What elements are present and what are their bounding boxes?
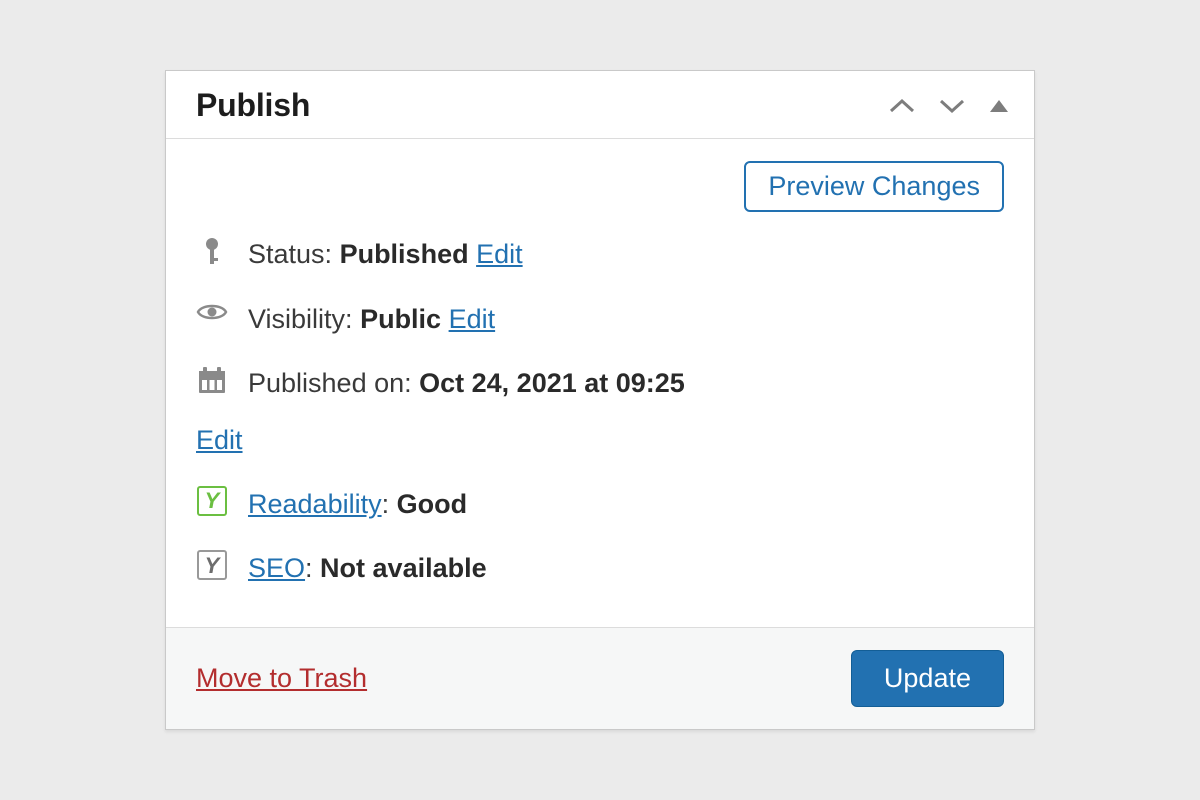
seo-text: SEO: Not available xyxy=(248,550,1004,586)
visibility-text: Visibility: Public Edit xyxy=(248,301,1004,337)
published-on-text: Published on: Oct 24, 2021 at 09:25 xyxy=(248,365,1004,401)
status-text: Status: Published Edit xyxy=(248,236,1004,272)
seo-link[interactable]: SEO xyxy=(248,553,305,583)
readability-row: Y Readability: Good xyxy=(196,472,1004,536)
seo-value: Not available xyxy=(320,553,487,583)
yoast-readability-icon: Y xyxy=(196,486,228,516)
panel-body: Preview Changes Status: Published Edit V… xyxy=(166,139,1034,627)
update-button[interactable]: Update xyxy=(851,650,1004,707)
calendar-icon xyxy=(196,365,228,395)
key-icon xyxy=(196,236,228,266)
published-on-label: Published on: xyxy=(248,368,412,398)
readability-value: Good xyxy=(397,489,467,519)
status-row: Status: Published Edit xyxy=(196,222,1004,286)
status-edit-link[interactable]: Edit xyxy=(476,239,523,269)
visibility-value: Public xyxy=(360,304,441,334)
visibility-edit-link[interactable]: Edit xyxy=(449,304,496,334)
collapse-icon[interactable] xyxy=(988,98,1010,114)
published-on-edit-link[interactable]: Edit xyxy=(196,422,1004,458)
published-on-row: Published on: Oct 24, 2021 at 09:25 Edit xyxy=(196,351,1004,472)
readability-text: Readability: Good xyxy=(248,486,1004,522)
eye-icon xyxy=(196,301,228,323)
yoast-seo-icon: Y xyxy=(196,550,228,580)
seo-row: Y SEO: Not available xyxy=(196,536,1004,600)
preview-changes-button[interactable]: Preview Changes xyxy=(744,161,1004,212)
published-on-value: Oct 24, 2021 at 09:25 xyxy=(419,368,685,398)
panel-header-controls xyxy=(888,97,1010,115)
preview-row: Preview Changes xyxy=(196,161,1004,222)
readability-link[interactable]: Readability xyxy=(248,489,382,519)
status-label: Status: xyxy=(248,239,332,269)
panel-title: Publish xyxy=(196,87,310,124)
status-value: Published xyxy=(340,239,469,269)
move-to-trash-link[interactable]: Move to Trash xyxy=(196,663,367,694)
panel-header: Publish xyxy=(166,71,1034,139)
panel-footer: Move to Trash Update xyxy=(166,627,1034,729)
move-down-icon[interactable] xyxy=(938,97,966,115)
visibility-row: Visibility: Public Edit xyxy=(196,287,1004,351)
visibility-label: Visibility: xyxy=(248,304,353,334)
publish-metabox: Publish Preview Changes Status: Publishe… xyxy=(165,70,1035,730)
move-up-icon[interactable] xyxy=(888,97,916,115)
